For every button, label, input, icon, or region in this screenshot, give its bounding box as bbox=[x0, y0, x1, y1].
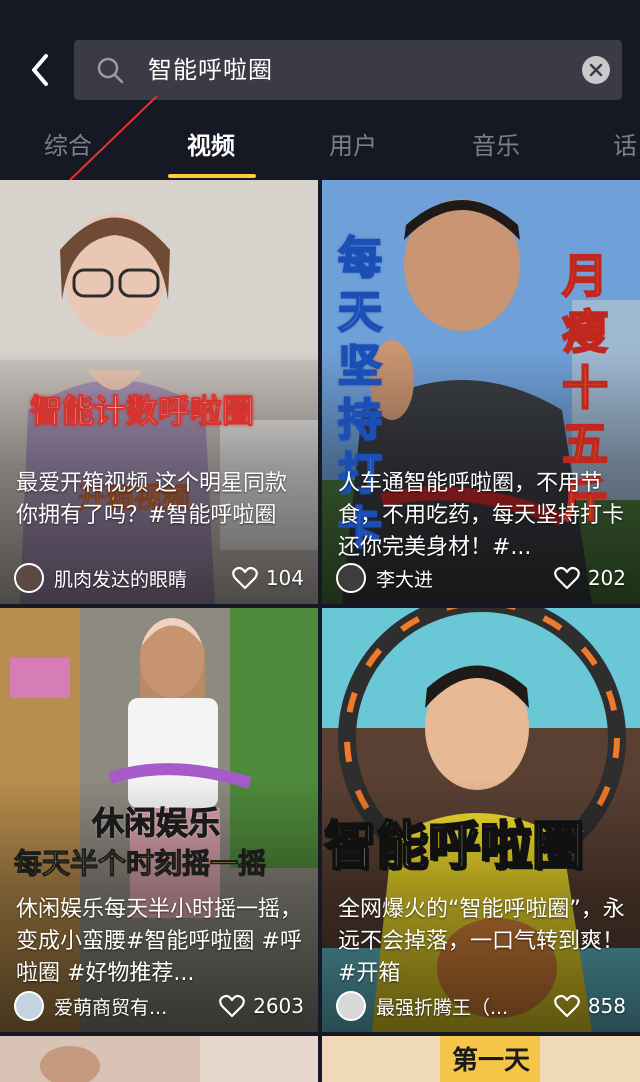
search-header: 智能呼啦圈 bbox=[0, 0, 640, 118]
like-count: 2603 bbox=[253, 994, 304, 1018]
like-count: 202 bbox=[587, 566, 626, 590]
author-name[interactable]: 李大进 bbox=[376, 565, 433, 592]
video-caption: 休闲娱乐每天半小时摇一摇，变成小蛮腰#智能呼啦圈 #呼啦圈 #好物推荐... bbox=[16, 897, 303, 986]
video-card[interactable]: 每天坚持打卡 月瘦十五斤 人车通智能呼啦圈，不用节食，不用吃药，每天坚持打卡还你… bbox=[322, 180, 640, 604]
tab-music[interactable]: 音乐 bbox=[472, 128, 520, 164]
clear-button[interactable] bbox=[582, 56, 610, 84]
video-card[interactable]: 智能计数呼啦圈 开箱视频 最爱开箱视频 这个明星同款你拥有了吗？#智能呼啦圈 肌… bbox=[0, 180, 318, 604]
tab-videos[interactable]: 视频 bbox=[187, 128, 235, 164]
avatar[interactable] bbox=[336, 991, 366, 1021]
thumbnail-title: 智能呼啦圈 bbox=[323, 816, 585, 878]
video-caption: 全网爆火的“智能呼啦圈”，永远不会掉落，一口气转到爽！#开箱 bbox=[338, 897, 625, 986]
thumbnail-subtitle: 每天半个时刻摇一摇 bbox=[13, 847, 267, 881]
video-caption: 人车通智能呼啦圈，不用节食，不用吃药，每天坚持打卡还你完美身材！#... bbox=[338, 471, 625, 560]
author-name[interactable]: 最强折腾王（... bbox=[376, 993, 508, 1020]
video-card[interactable] bbox=[0, 1036, 318, 1082]
video-meta: 最强折腾王（... 858 bbox=[336, 990, 626, 1022]
active-tab-indicator bbox=[168, 174, 256, 178]
video-thumbnail bbox=[0, 1036, 318, 1082]
video-meta: 爱萌商贸有... 2603 bbox=[14, 990, 304, 1022]
like-count: 104 bbox=[265, 566, 304, 590]
thumbnail-title: 第一天 bbox=[452, 1046, 531, 1076]
like-count-group[interactable]: 858 bbox=[553, 994, 626, 1018]
video-card[interactable]: 智能呼啦圈 全网爆火的“智能呼啦圈”，永远不会掉落，一口气转到爽！#开箱 最强折… bbox=[322, 608, 640, 1032]
search-icon bbox=[97, 57, 124, 84]
heart-icon bbox=[231, 566, 258, 590]
tab-comprehensive[interactable]: 综合 bbox=[44, 128, 92, 164]
heart-icon bbox=[219, 994, 245, 1018]
video-meta: 李大进 202 bbox=[336, 562, 626, 594]
heart-icon bbox=[553, 994, 580, 1018]
search-query[interactable]: 智能呼啦圈 bbox=[148, 52, 273, 88]
avatar[interactable] bbox=[14, 991, 44, 1021]
video-card[interactable]: 休闲娱乐 每天半个时刻摇一摇 休闲娱乐每天半小时摇一摇，变成小蛮腰#智能呼啦圈 … bbox=[0, 608, 318, 1032]
like-count: 858 bbox=[587, 994, 626, 1018]
author-name[interactable]: 爱萌商贸有... bbox=[54, 993, 167, 1020]
back-button[interactable] bbox=[22, 50, 58, 90]
search-input[interactable]: 智能呼啦圈 bbox=[74, 40, 622, 100]
avatar[interactable] bbox=[336, 563, 366, 593]
thumbnail-title: 休闲娱乐 bbox=[91, 804, 221, 843]
video-caption: 最爱开箱视频 这个明星同款你拥有了吗？#智能呼啦圈 bbox=[16, 471, 287, 528]
result-tabs: 综合 视频 用户 音乐 话 bbox=[0, 118, 640, 180]
thumbnail-title: 智能计数呼啦圈 bbox=[29, 392, 255, 431]
heart-icon bbox=[553, 566, 580, 590]
tab-users[interactable]: 用户 bbox=[329, 128, 377, 164]
author-name[interactable]: 肌肉发达的眼睛 bbox=[54, 565, 187, 592]
chevron-left-icon bbox=[32, 54, 48, 86]
video-card[interactable]: 第一天 bbox=[322, 1036, 640, 1082]
avatar[interactable] bbox=[14, 563, 44, 593]
like-count-group[interactable]: 104 bbox=[231, 566, 304, 590]
tab-topics[interactable]: 话 bbox=[613, 128, 637, 164]
clear-icon bbox=[589, 63, 603, 77]
like-count-group[interactable]: 202 bbox=[553, 566, 626, 590]
video-meta: 肌肉发达的眼睛 104 bbox=[14, 562, 304, 594]
video-grid: 智能计数呼啦圈 开箱视频 最爱开箱视频 这个明星同款你拥有了吗？#智能呼啦圈 肌… bbox=[0, 180, 640, 1082]
like-count-group[interactable]: 2603 bbox=[219, 994, 304, 1018]
